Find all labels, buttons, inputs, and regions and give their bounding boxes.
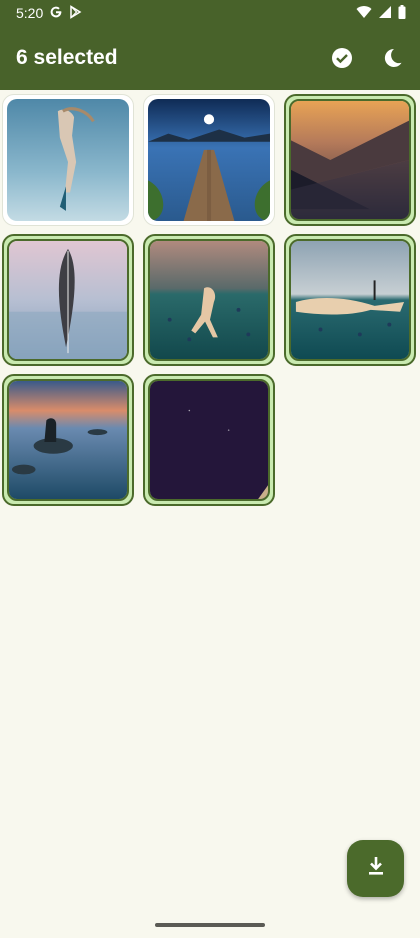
swimmer-underwater-photo: [148, 239, 270, 361]
photo-tile[interactable]: [143, 374, 275, 506]
mountain-sunset-photo: [289, 99, 411, 221]
download-button[interactable]: [347, 840, 404, 897]
gesture-nav-handle[interactable]: [155, 923, 265, 927]
photo-tile[interactable]: [284, 94, 416, 226]
download-icon: [366, 855, 386, 882]
status-time: 5:20: [16, 5, 44, 21]
top-app-bar: 6 selected: [0, 26, 420, 90]
dark-night-sky-photo: [148, 379, 270, 501]
person-on-rock-lake-photo: [7, 379, 129, 501]
selection-count-title: 6 selected: [16, 46, 118, 69]
photo-tile[interactable]: [143, 94, 275, 226]
status-bar: 5:20: [0, 0, 420, 26]
signal-icon: [378, 5, 392, 22]
theme-toggle-icon[interactable]: [380, 46, 404, 70]
google-g-icon: [49, 5, 63, 22]
snorkeler-underwater-photo: [289, 239, 411, 361]
photo-tile[interactable]: [2, 234, 134, 366]
lake-pier-moon-photo: [148, 99, 270, 221]
wifi-icon: [356, 5, 372, 22]
battery-icon: [398, 4, 406, 22]
photo-tile[interactable]: [2, 374, 134, 506]
feather-photo: [7, 239, 129, 361]
select-all-icon[interactable]: [330, 46, 354, 70]
play-store-icon: [69, 4, 83, 22]
photo-tile[interactable]: [2, 94, 134, 226]
photo-tile[interactable]: [143, 234, 275, 366]
underwater-diver-photo: [7, 99, 129, 221]
photo-grid: [2, 94, 416, 506]
photo-tile[interactable]: [284, 234, 416, 366]
